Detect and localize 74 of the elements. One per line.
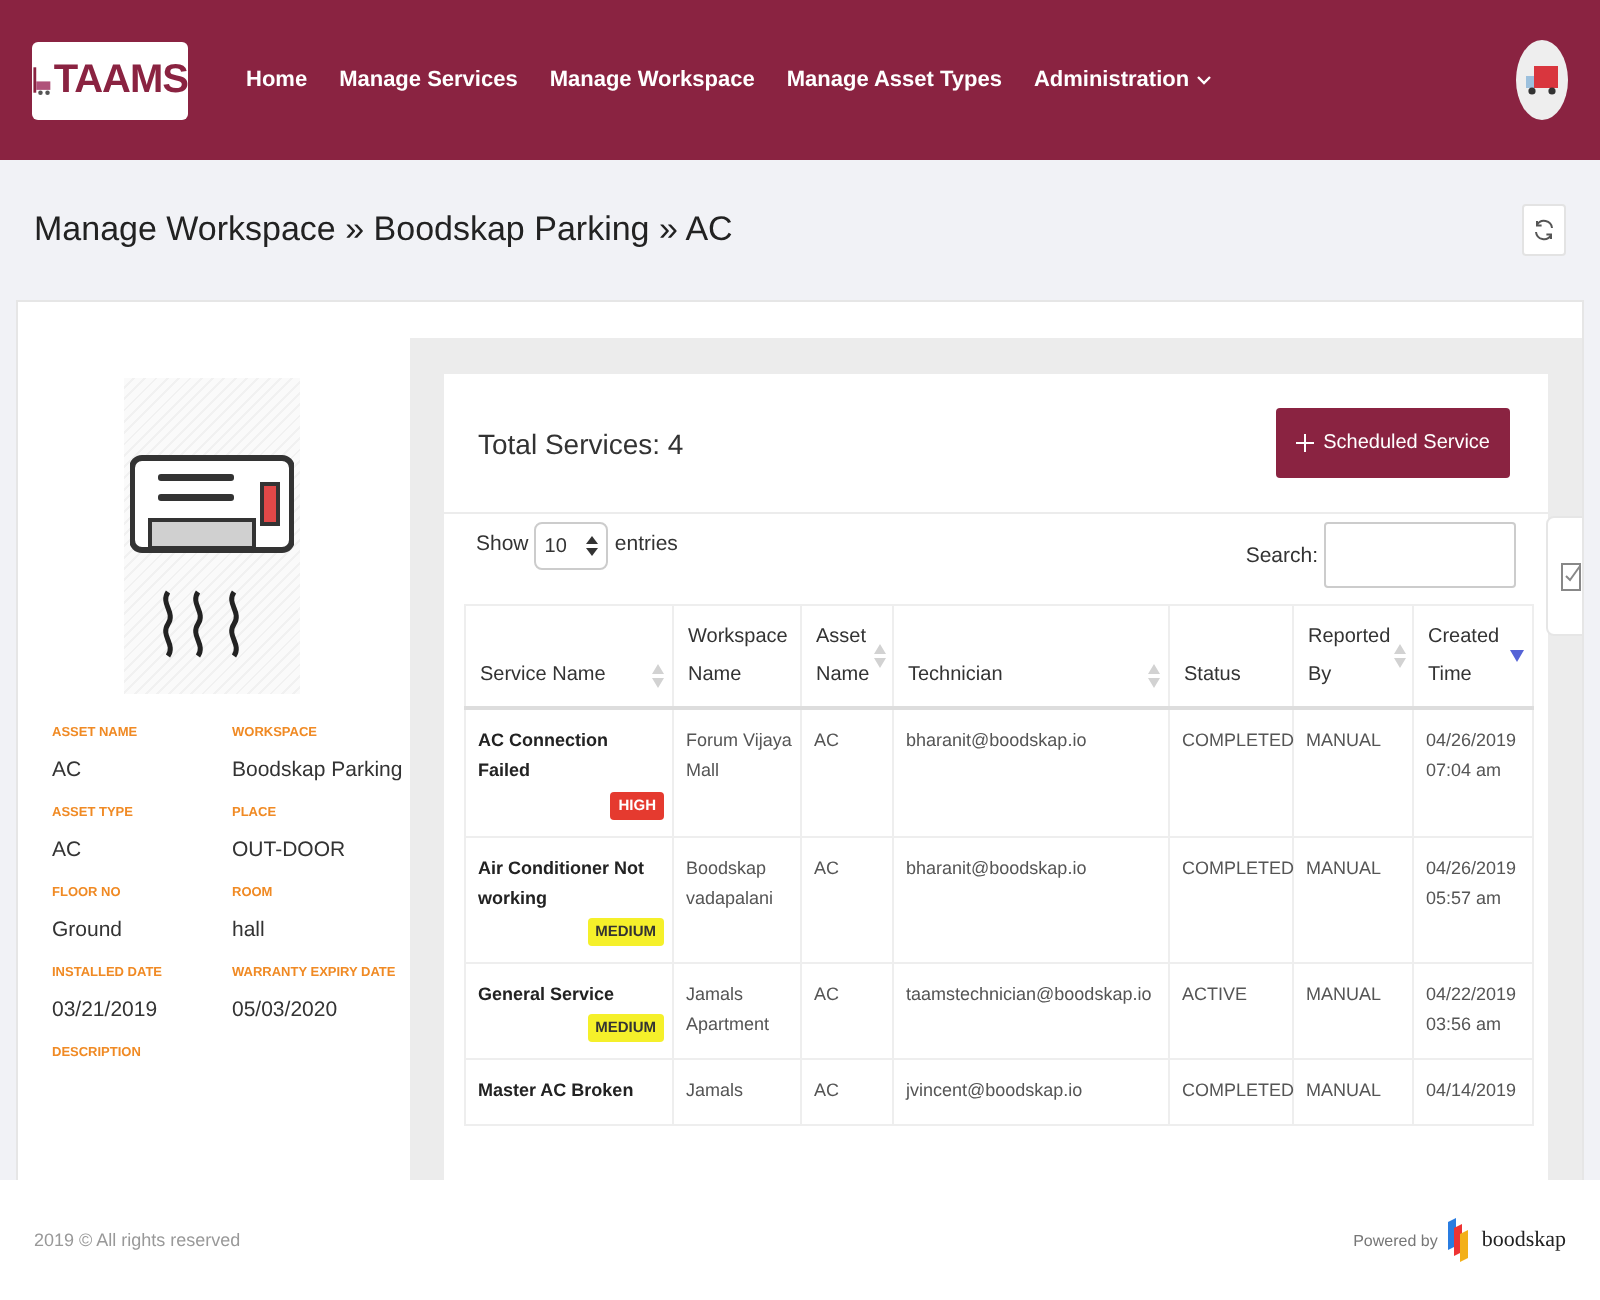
table-cell: Boodskap vadapalani	[673, 836, 801, 964]
scheduled-service-button[interactable]: Scheduled Service	[1275, 408, 1510, 478]
field-value: Boodskap Parking	[232, 758, 405, 782]
refresh-icon	[1532, 218, 1556, 242]
column-header[interactable]: Workspace Name	[673, 605, 801, 708]
table-cell: AC	[801, 963, 893, 1060]
field-value: Ground	[52, 918, 125, 942]
table-cell: bharanit@boodskap.io	[893, 708, 1169, 837]
table-cell: AC	[801, 708, 893, 837]
service-name: AC Connection Failed	[478, 728, 610, 785]
table-cell: MANUAL	[1293, 963, 1413, 1060]
column-header[interactable]: Technician	[893, 605, 1169, 708]
field-value: OUT-DOOR	[232, 838, 348, 862]
field-value: hall	[232, 918, 267, 942]
field-value: AC	[52, 838, 84, 862]
table-cell: AC	[801, 1059, 893, 1125]
table-cell: 04/14/2019	[1413, 1059, 1533, 1125]
sort-icon	[873, 644, 886, 668]
table-cell: ACTIVE	[1169, 963, 1293, 1060]
sort-icon	[1148, 663, 1160, 687]
table-cell: MANUAL	[1293, 836, 1413, 964]
table-cell: AC	[801, 836, 893, 964]
table-cell: taamstechnician@boodskap.io	[893, 963, 1169, 1060]
brand-name: boodskap	[1481, 1228, 1566, 1252]
column-header[interactable]: Asset Name	[801, 605, 893, 708]
clipboard-icon	[1560, 560, 1582, 592]
nav-link[interactable]: Manage Asset Types	[786, 68, 1002, 92]
search-label: Search:	[1245, 543, 1318, 567]
plus-icon	[1295, 434, 1314, 452]
table-cell: jvincent@boodskap.io	[893, 1059, 1169, 1125]
truck-icon	[1524, 64, 1560, 96]
sort-icon	[1394, 644, 1407, 668]
column-header[interactable]: Created Time	[1413, 605, 1533, 708]
taams-logo[interactable]: TAAMS	[32, 41, 188, 119]
nav-link[interactable]: Manage Workspace	[549, 68, 755, 92]
page-size-select[interactable]: 10	[534, 522, 609, 570]
table-cell: COMPLETED	[1169, 1059, 1293, 1125]
table-cell: 04/22/2019 03:56 am	[1413, 963, 1533, 1060]
refresh-button[interactable]	[1522, 204, 1566, 256]
table-cell: Jamals	[673, 1059, 801, 1125]
service-name: General Service	[478, 982, 617, 1009]
nav-link[interactable]: Manage Services	[339, 68, 518, 92]
column-header[interactable]: Status	[1169, 605, 1293, 708]
column-header[interactable]: Service Name	[465, 605, 673, 708]
breadcrumb: Manage Workspace » Boodskap Parking » AC	[34, 210, 733, 250]
table-cell: COMPLETED	[1169, 836, 1293, 964]
services-total: Total Services: 4	[478, 427, 684, 459]
spinner-arrows-icon	[586, 536, 599, 556]
service-name: Master AC Broken	[478, 1078, 636, 1105]
table-cell: bharanit@boodskap.io	[893, 836, 1169, 964]
table-cell: MANUAL	[1293, 1059, 1413, 1125]
show-label: Show	[476, 532, 529, 556]
search-field[interactable]	[1324, 522, 1516, 588]
field-value: 05/03/2020	[232, 998, 340, 1022]
field-value: AC	[52, 758, 84, 782]
table-cell: Jamals Apartment	[673, 963, 801, 1060]
nav-link[interactable]: Home	[246, 68, 308, 92]
sort-descending-icon	[1510, 650, 1524, 662]
table-cell: Forum Vijaya Mall	[673, 708, 801, 837]
chevron-down-icon	[1195, 74, 1212, 86]
field-value: 03/21/2019	[52, 998, 160, 1022]
table-cell: 04/26/2019 05:57 am	[1413, 836, 1533, 964]
table-cell: MANUAL	[1293, 708, 1413, 837]
column-header[interactable]: Reported By	[1293, 605, 1413, 708]
boodskap-logo-icon	[1445, 1218, 1474, 1262]
user-avatar[interactable]	[1516, 40, 1568, 120]
service-name: Air Conditioner Not working	[478, 855, 646, 912]
table-cell: COMPLETED	[1169, 708, 1293, 837]
copyright-text: 2019 © All rights reserved	[34, 1230, 241, 1250]
table-cell: 04/26/2019 07:04 am	[1413, 708, 1533, 837]
powered-by-text: Powered by	[1353, 1231, 1438, 1249]
sort-icon	[652, 663, 664, 687]
nav-link[interactable]: Administration	[1033, 68, 1212, 92]
entries-label: entries	[614, 532, 678, 556]
